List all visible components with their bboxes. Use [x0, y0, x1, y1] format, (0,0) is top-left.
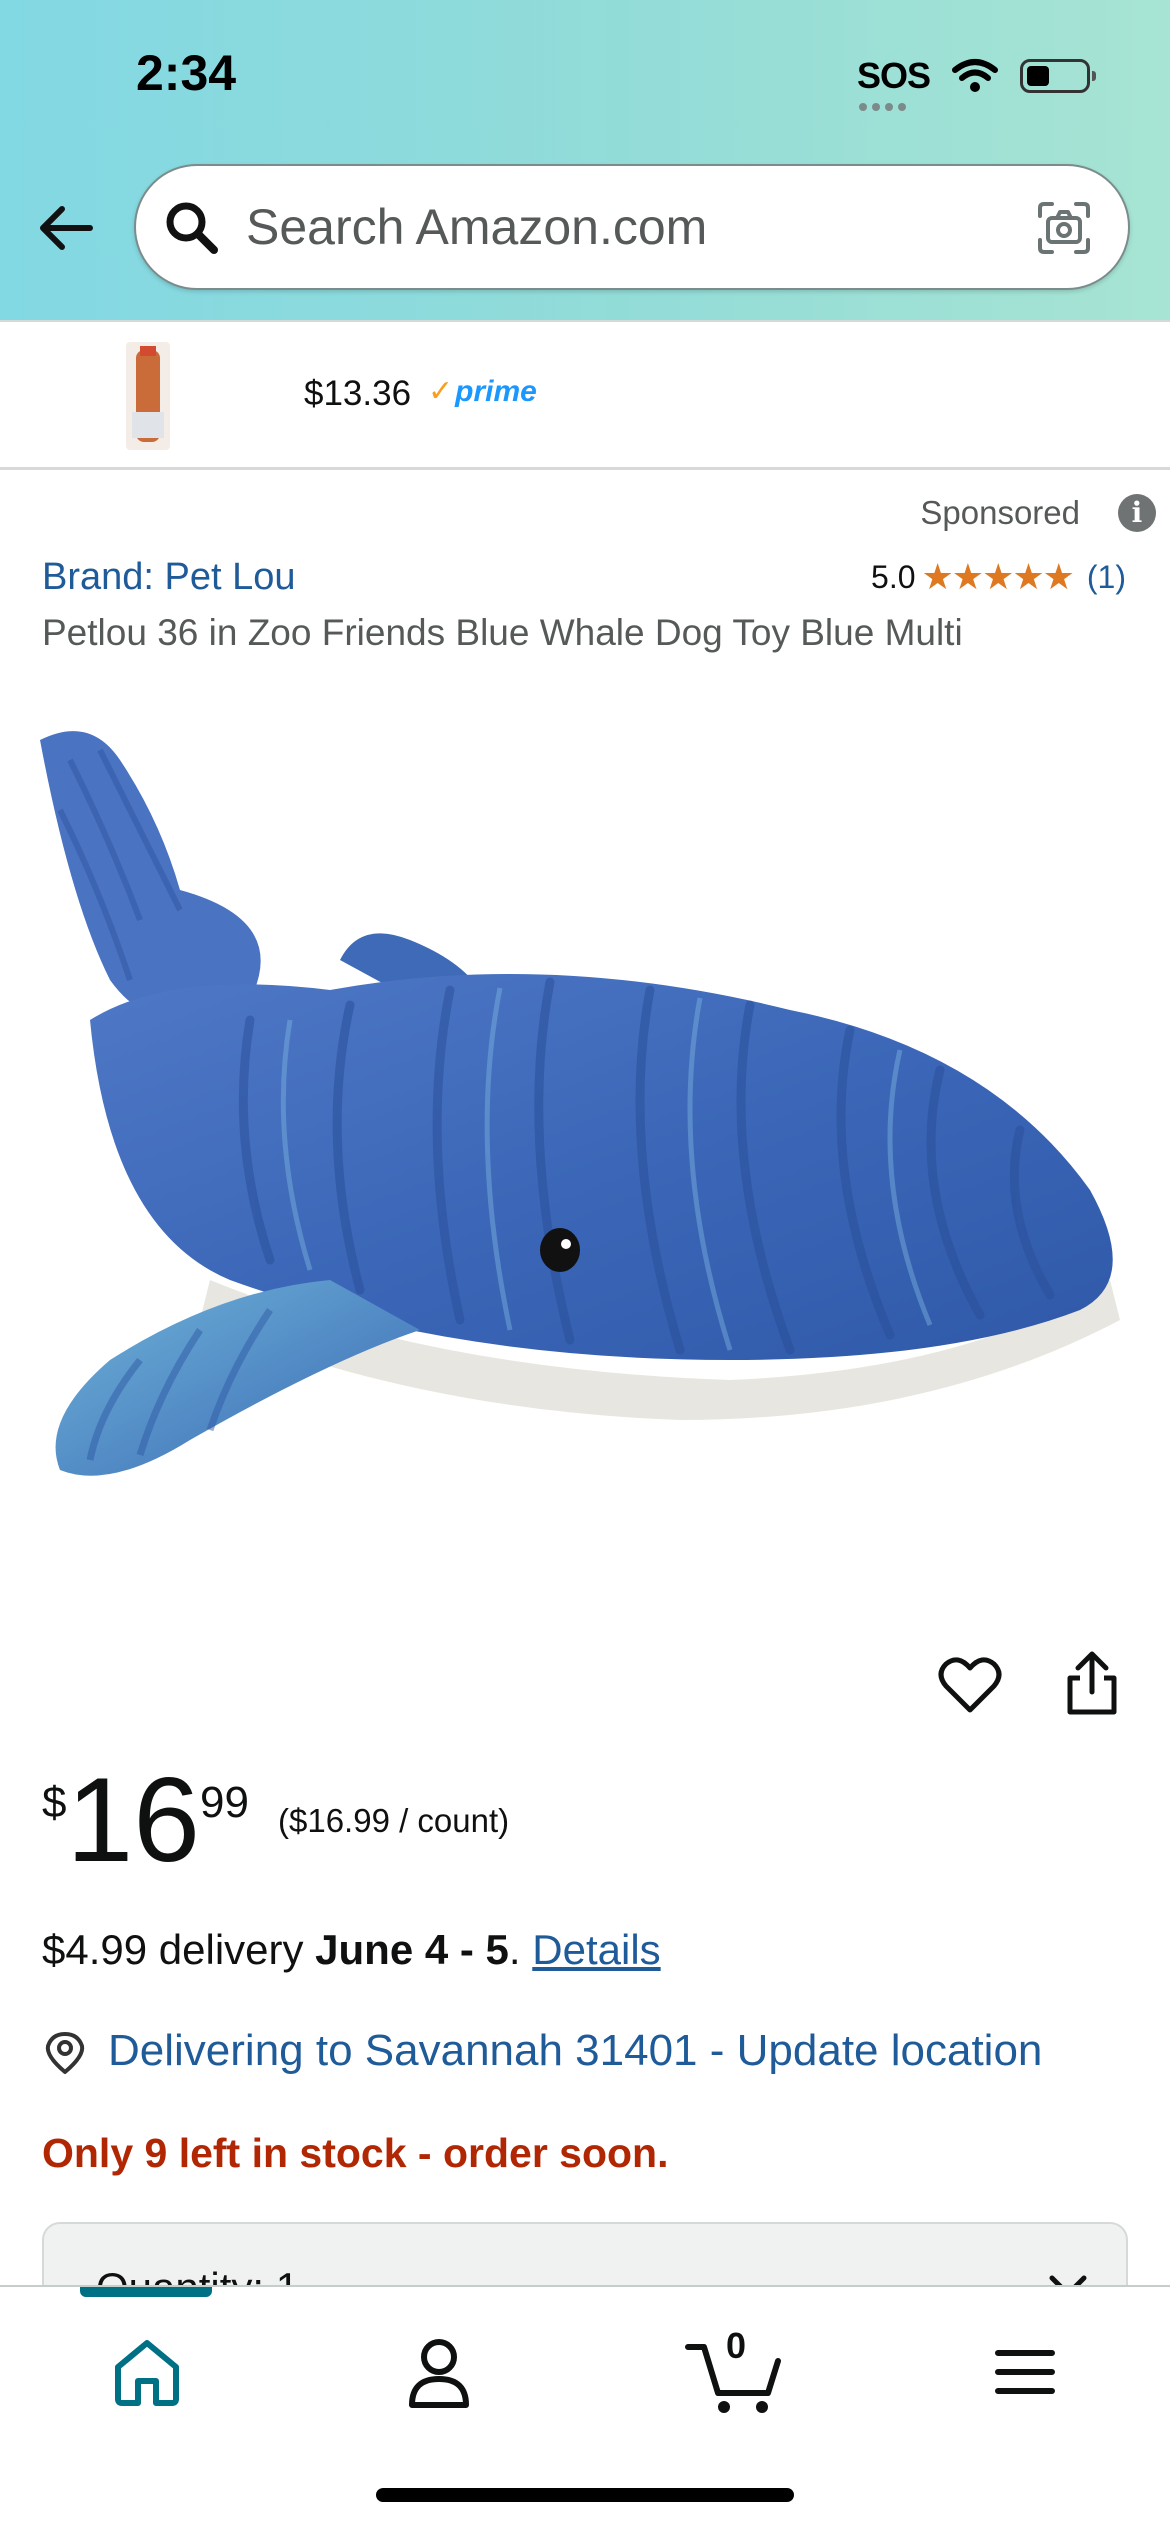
sponsored-product-price: $13.36 [304, 374, 412, 413]
home-icon[interactable] [102, 2327, 192, 2417]
star-rating-icons: ★★★★★ [921, 556, 1075, 597]
rating-value: 5.0 [871, 558, 916, 595]
price: $ 16 99 [42, 1760, 249, 1880]
back-arrow-icon[interactable] [34, 196, 98, 260]
product-title: Petlou 36 in Zoo Friends Blue Whale Dog … [42, 612, 963, 653]
delivery-location-link[interactable]: Delivering to Savannah 31401 - Update lo… [108, 2026, 1042, 2076]
review-count[interactable]: (1) [1087, 559, 1126, 596]
signal-dots [858, 103, 906, 111]
home-indicator [376, 2488, 794, 2502]
price-fraction: 99 [199, 1778, 249, 1827]
info-icon[interactable]: i [1118, 494, 1156, 532]
delivery-info: $4.99 delivery June 4 - 5. Details [42, 1926, 661, 1974]
prime-badge: ✓prime [428, 374, 537, 409]
cart-button[interactable]: 0 [684, 2325, 794, 2417]
menu-icon[interactable] [980, 2327, 1070, 2417]
header: 2:34 SOS [0, 0, 1170, 320]
sos-label: SOS [856, 55, 931, 96]
account-icon[interactable] [394, 2327, 484, 2417]
battery-icon [1020, 59, 1096, 93]
sponsored-product-thumbnail[interactable] [118, 342, 178, 450]
search-bar[interactable] [134, 164, 1130, 290]
status-icons: SOS [856, 48, 1096, 111]
delivery-date: June 4 - 5 [315, 1926, 509, 1973]
heart-icon[interactable] [938, 1654, 1002, 1718]
status-time: 2:34 [136, 45, 237, 101]
share-icon[interactable] [1060, 1650, 1124, 1718]
product-image[interactable] [30, 720, 1140, 1540]
search-input[interactable] [246, 186, 1006, 268]
unit-price: ($16.99 / count) [278, 1802, 510, 1839]
sponsored-label: Sponsored [920, 494, 1080, 531]
price-symbol: $ [42, 1778, 67, 1827]
location-pin-icon [45, 2032, 85, 2074]
prime-label: prime [455, 375, 537, 408]
search-icon [166, 202, 218, 254]
delivery-separator: . [508, 1926, 533, 1973]
delivery-cost: $4.99 delivery [42, 1926, 316, 1973]
sponsored-product-bar[interactable]: $13.36 ✓prime [0, 320, 1170, 470]
cart-count: 0 [726, 2325, 747, 2366]
prime-check-icon: ✓ [428, 375, 454, 408]
wifi-icon [952, 59, 998, 92]
sos-indicator: SOS [856, 55, 931, 111]
stock-status: Only 9 left in stock - order soon. [42, 2130, 669, 2176]
brand-link[interactable]: Brand: Pet Lou [42, 556, 296, 599]
price-whole: 16 [66, 1753, 200, 1887]
active-tab-indicator [80, 2287, 212, 2297]
camera-icon[interactable] [1034, 198, 1094, 258]
rating[interactable]: 5.0 ★★★★★ (1) [871, 556, 1126, 598]
delivery-details-link[interactable]: Details [532, 1926, 660, 1973]
